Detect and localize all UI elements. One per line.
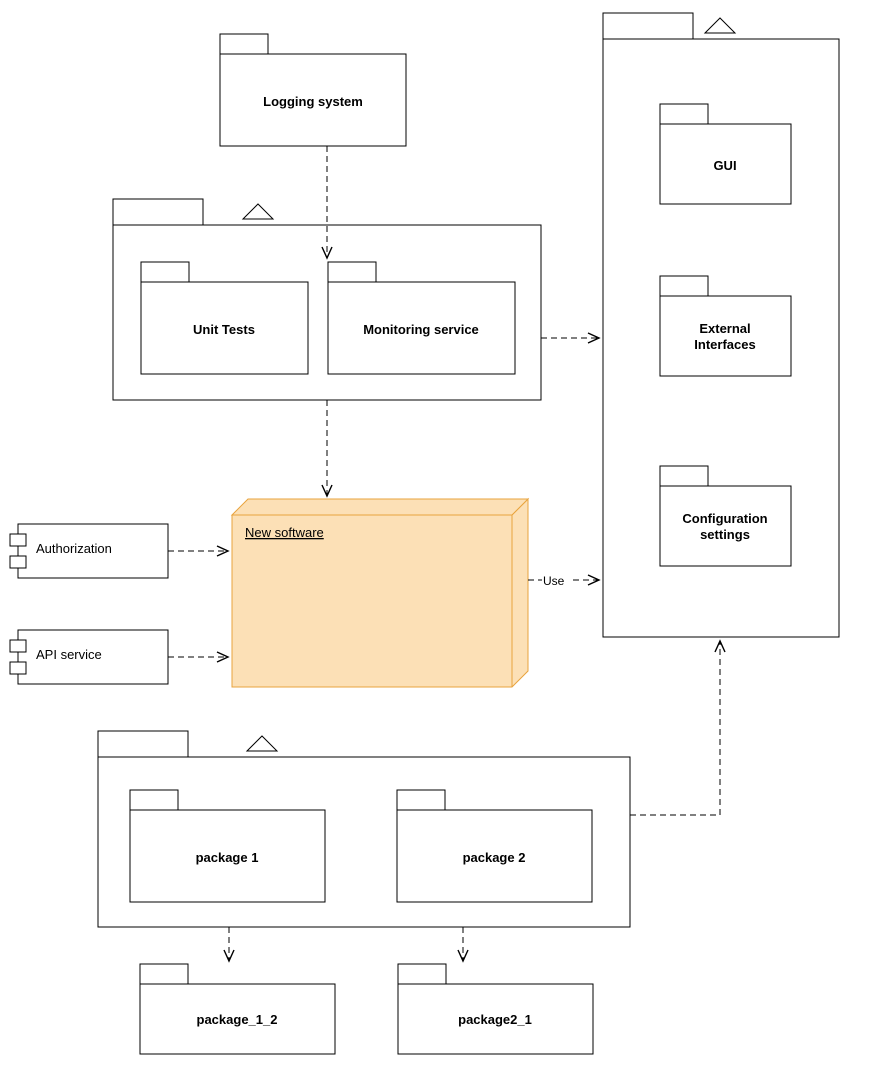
package-external-interfaces-label-1: External <box>699 321 750 336</box>
package-configuration-settings-label-1: Configuration <box>682 511 767 526</box>
node-new-software: New software <box>232 499 528 687</box>
dependency-packages-to-interfaces <box>630 641 720 815</box>
package-package-2-1-label: package2_1 <box>458 1012 532 1027</box>
component-api-service-label: API service <box>36 647 102 662</box>
package-package-1-2-label: package_1_2 <box>197 1012 278 1027</box>
package-package-2-label: package 2 <box>463 850 526 865</box>
package-logging-system-label: Logging system <box>263 94 363 109</box>
package-package-1-2: package_1_2 <box>140 964 335 1054</box>
package-external-interfaces-label-2: Interfaces <box>694 337 755 352</box>
package-configuration-settings-label-2: settings <box>700 527 750 542</box>
package-unit-tests-label: Unit Tests <box>193 322 255 337</box>
node-new-software-label: New software <box>245 525 324 540</box>
component-api-service: API service <box>10 630 168 684</box>
package-package-2-1: package2_1 <box>398 964 593 1054</box>
triangle-icon <box>247 736 277 751</box>
package-gui-label: GUI <box>713 158 736 173</box>
dependency-use-label: Use <box>543 574 565 588</box>
component-authorization: Authorization <box>10 524 168 578</box>
package-monitoring-service-label: Monitoring service <box>363 322 479 337</box>
triangle-icon <box>705 18 735 33</box>
package-logging-system: Logging system <box>220 34 406 146</box>
component-authorization-label: Authorization <box>36 541 112 556</box>
package-package-1-label: package 1 <box>196 850 259 865</box>
triangle-icon <box>243 204 273 219</box>
dependency-newsoftware-to-interfaces-use: Use <box>528 574 599 588</box>
